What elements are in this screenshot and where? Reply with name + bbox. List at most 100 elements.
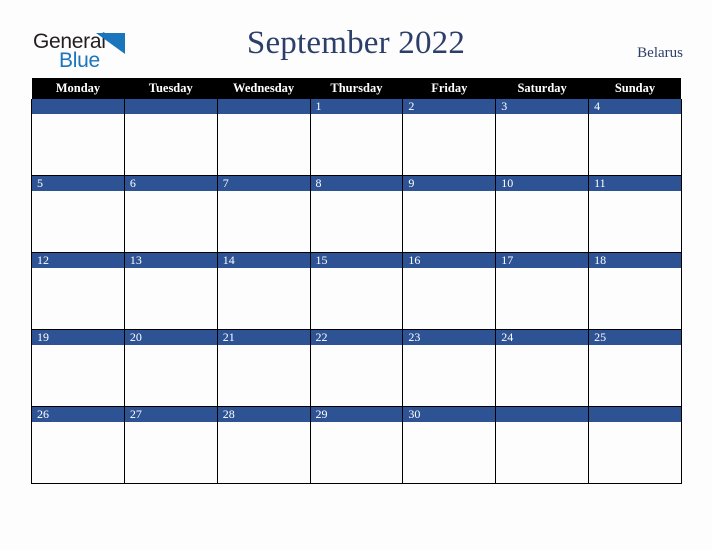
- day-number: 7: [217, 176, 310, 191]
- calendar-day-cell[interactable]: 27: [123, 406, 218, 484]
- calendar-day-cell[interactable]: 14: [216, 252, 311, 330]
- calendar-weekday-header-row: Monday Tuesday Wednesday Thursday Friday…: [31, 78, 682, 99]
- day-number: 27: [124, 407, 217, 422]
- calendar-day-cell[interactable]: 9: [402, 175, 497, 253]
- calendar-day-cell[interactable]: 18: [588, 252, 682, 330]
- day-event-area[interactable]: [403, 268, 495, 328]
- calendar-day-cell[interactable]: 25: [588, 329, 682, 407]
- day-event-area[interactable]: [32, 268, 124, 328]
- calendar-day-cell[interactable]: 29: [309, 406, 404, 484]
- country-label: Belarus: [637, 45, 683, 61]
- day-event-area[interactable]: [589, 345, 681, 405]
- calendar-day-cell[interactable]: 12: [31, 252, 125, 330]
- day-event-area[interactable]: [589, 422, 681, 482]
- day-number: 11: [589, 176, 681, 191]
- calendar-table: Monday Tuesday Wednesday Thursday Friday…: [31, 78, 682, 484]
- day-number: 16: [403, 253, 496, 268]
- calendar-day-cell[interactable]: 23: [402, 329, 497, 407]
- day-event-area[interactable]: [311, 191, 403, 251]
- day-event-area[interactable]: [589, 114, 681, 174]
- day-event-area[interactable]: [589, 191, 681, 251]
- day-event-area[interactable]: [32, 191, 124, 251]
- calendar-day-cell[interactable]: [216, 99, 311, 176]
- day-event-area[interactable]: [589, 268, 681, 328]
- calendar-week-row: 19 20 21 22 23 24 25: [31, 329, 682, 407]
- day-event-area[interactable]: [125, 422, 217, 482]
- day-event-area[interactable]: [32, 422, 124, 482]
- day-event-area[interactable]: [125, 345, 217, 405]
- calendar-day-cell[interactable]: 17: [495, 252, 590, 330]
- day-number: 6: [124, 176, 217, 191]
- day-number: [496, 407, 589, 422]
- calendar-day-cell[interactable]: 30: [402, 406, 497, 484]
- day-event-area[interactable]: [496, 345, 588, 405]
- day-event-area[interactable]: [496, 268, 588, 328]
- day-number: 24: [496, 330, 589, 345]
- calendar-day-cell[interactable]: 13: [123, 252, 218, 330]
- day-event-area[interactable]: [403, 345, 495, 405]
- calendar-day-cell[interactable]: 28: [216, 406, 311, 484]
- calendar-day-cell[interactable]: 19: [31, 329, 125, 407]
- day-number: 25: [589, 330, 681, 345]
- day-event-area[interactable]: [311, 422, 403, 482]
- calendar-day-cell[interactable]: 1: [309, 99, 404, 176]
- day-number: 5: [32, 176, 124, 191]
- calendar-day-cell[interactable]: 10: [495, 175, 590, 253]
- day-event-area[interactable]: [403, 191, 495, 251]
- day-event-area[interactable]: [311, 268, 403, 328]
- calendar-day-cell[interactable]: 5: [31, 175, 125, 253]
- day-event-area[interactable]: [403, 114, 495, 174]
- day-event-area[interactable]: [218, 191, 310, 251]
- calendar-day-cell[interactable]: [495, 406, 590, 484]
- day-event-area[interactable]: [125, 268, 217, 328]
- weekday-header-thursday: Thursday: [310, 78, 403, 99]
- weekday-header-tuesday: Tuesday: [124, 78, 218, 99]
- day-number: 17: [496, 253, 589, 268]
- day-event-area[interactable]: [311, 345, 403, 405]
- day-event-area[interactable]: [32, 114, 124, 174]
- day-event-area[interactable]: [496, 422, 588, 482]
- calendar-day-cell[interactable]: [123, 99, 218, 176]
- calendar-day-cell[interactable]: 6: [123, 175, 218, 253]
- calendar-day-cell[interactable]: 20: [123, 329, 218, 407]
- calendar-day-cell[interactable]: 26: [31, 406, 125, 484]
- calendar-day-cell[interactable]: [588, 406, 682, 484]
- calendar-day-cell[interactable]: 3: [495, 99, 590, 176]
- day-event-area[interactable]: [496, 114, 588, 174]
- day-event-area[interactable]: [218, 268, 310, 328]
- day-event-area[interactable]: [218, 114, 310, 174]
- calendar-day-cell[interactable]: 21: [216, 329, 311, 407]
- page-title: September 2022: [246, 25, 466, 61]
- day-event-area[interactable]: [125, 114, 217, 174]
- day-event-area[interactable]: [496, 191, 588, 251]
- day-number: [124, 99, 217, 114]
- calendar-day-cell[interactable]: 8: [309, 175, 404, 253]
- calendar-day-cell[interactable]: 22: [309, 329, 404, 407]
- calendar-week-row: 1 2 3 4: [31, 99, 682, 176]
- day-number: 30: [403, 407, 496, 422]
- day-event-area[interactable]: [403, 422, 495, 482]
- calendar-day-cell[interactable]: 11: [588, 175, 682, 253]
- calendar-day-cell[interactable]: 16: [402, 252, 497, 330]
- calendar-day-cell[interactable]: 2: [402, 99, 497, 176]
- day-event-area[interactable]: [218, 345, 310, 405]
- calendar-day-cell[interactable]: 24: [495, 329, 590, 407]
- calendar-day-cell[interactable]: 4: [588, 99, 682, 176]
- day-event-area[interactable]: [125, 191, 217, 251]
- calendar-day-cell[interactable]: 15: [309, 252, 404, 330]
- calendar-page: General Blue September 2022 Belarus Mond…: [0, 0, 712, 550]
- day-number: 19: [32, 330, 124, 345]
- day-number: 29: [310, 407, 403, 422]
- calendar-day-cell[interactable]: 7: [216, 175, 311, 253]
- day-number: 3: [496, 99, 589, 114]
- weekday-header-sunday: Sunday: [588, 78, 682, 99]
- day-number: 4: [589, 99, 681, 114]
- day-event-area[interactable]: [218, 422, 310, 482]
- day-number: 13: [124, 253, 217, 268]
- day-event-area[interactable]: [311, 114, 403, 174]
- day-number: [32, 99, 124, 114]
- day-number: 10: [496, 176, 589, 191]
- day-event-area[interactable]: [32, 345, 124, 405]
- calendar-day-cell[interactable]: [31, 99, 125, 176]
- calendar-body: 1 2 3 4 5 6 7 8 9 10 11 12 13 14 15 16 1…: [31, 99, 682, 484]
